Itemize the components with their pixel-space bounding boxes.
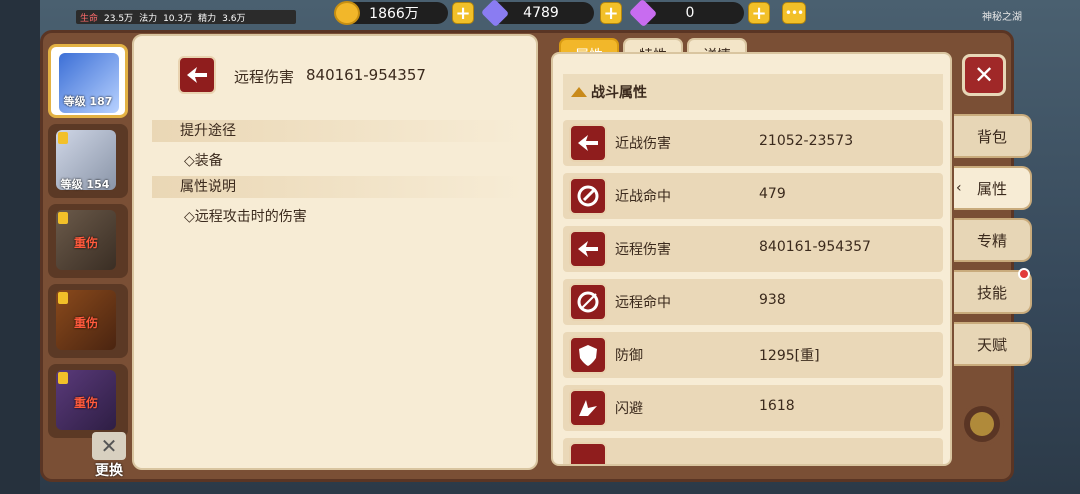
extra-label: 精力	[198, 13, 217, 24]
hero-status: 重伤	[73, 396, 98, 410]
hero-status: 重伤	[73, 236, 98, 250]
mini-stats: 生命 23.5万 法力 10.3万 精力 3.6万	[76, 10, 296, 24]
attribute-row[interactable]: 近战命中 479	[563, 173, 943, 219]
hp-value: 23.5万	[104, 13, 134, 24]
melee-damage-icon	[569, 124, 607, 162]
gold-coin-icon	[334, 1, 360, 25]
attribute-row-partial[interactable]	[563, 438, 943, 464]
group-title: 战斗属性	[591, 85, 647, 101]
side-tab-mastery[interactable]: 专精	[954, 218, 1032, 262]
defense-shield-icon	[569, 336, 607, 374]
background-edge	[0, 0, 40, 494]
upgrade-path-item: ◇装备	[184, 153, 223, 169]
more-button[interactable]: •••	[782, 2, 806, 24]
lock-icon	[58, 212, 68, 224]
chevron-left-icon: ‹	[956, 180, 962, 196]
hp-label: 生命	[80, 13, 99, 24]
detail-title: 远程伤害	[234, 68, 295, 86]
attribute-row[interactable]: 远程伤害 840161-954357	[563, 226, 943, 272]
attribute-panel[interactable]: 战斗属性 近战伤害 21052-23573 近战命中 479 远程伤害 8401…	[551, 52, 952, 466]
diamond-value: 4789	[523, 5, 559, 21]
description-heading: 属性说明	[152, 176, 522, 198]
attribute-name: 近战伤害	[615, 136, 671, 152]
mp-label: 法力	[139, 13, 158, 24]
attribute-name: 近战命中	[615, 189, 671, 205]
upgrade-path-heading: 提升途径	[152, 120, 522, 142]
side-tab-attributes[interactable]: ‹ 属性	[954, 166, 1032, 210]
attribute-name: 闪避	[615, 401, 643, 417]
side-tab-bag[interactable]: 背包	[954, 114, 1032, 158]
swap-label: 更换	[95, 463, 123, 479]
swap-button[interactable]: ✕ 更换	[90, 432, 128, 479]
ranged-damage-icon	[569, 230, 607, 268]
gold-value: 1866万	[369, 6, 419, 22]
gem-value: 0	[685, 5, 695, 21]
hero-slot-4[interactable]: 重伤	[48, 284, 128, 358]
notification-dot	[1018, 268, 1030, 280]
add-gold-button[interactable]: +	[452, 2, 474, 24]
lock-icon	[58, 372, 68, 384]
mp-value: 10.3万	[163, 13, 193, 24]
bag-clasp-knob	[960, 402, 1004, 446]
hero-list: 等级 187 等级 154 重伤 重伤 重伤	[46, 44, 130, 484]
ranged-hit-icon	[569, 283, 607, 321]
attribute-value: 1295[重]	[759, 348, 820, 364]
side-tab-label: 技能	[976, 283, 1007, 302]
ranged-damage-icon	[178, 56, 216, 94]
hero-slot-1[interactable]: 等级 187	[48, 44, 128, 118]
attribute-row[interactable]: 闪避 1618	[563, 385, 943, 431]
attribute-row[interactable]: 远程命中 938	[563, 279, 943, 325]
extra-value: 3.6万	[222, 13, 246, 24]
hero-level: 等级 154	[60, 178, 110, 191]
swap-icon: ✕	[92, 432, 126, 460]
attribute-name: 防御	[615, 348, 643, 364]
location-label: 神秘之湖	[982, 12, 1022, 23]
combat-attributes-header: 战斗属性	[563, 74, 943, 110]
attribute-name: 远程伤害	[615, 242, 671, 258]
lock-icon	[58, 292, 68, 304]
side-tab-label: 天赋	[976, 335, 1007, 354]
attribute-value: 479	[759, 186, 786, 202]
hero-status: 重伤	[73, 316, 98, 330]
top-bar: 生命 23.5万 法力 10.3万 精力 3.6万 1866万 + 4789 +…	[0, 0, 1080, 28]
description-item: ◇远程攻击时的伤害	[184, 209, 307, 225]
side-tab-label: 专精	[976, 231, 1007, 250]
side-tab-talents[interactable]: 天赋	[954, 322, 1032, 366]
hero-level: 等级 187	[63, 95, 113, 108]
hero-slot-5[interactable]: 重伤	[48, 364, 128, 438]
warning-triangle-icon	[571, 87, 587, 97]
hero-slot-3[interactable]: 重伤	[48, 204, 128, 278]
attribute-name: 远程命中	[615, 295, 671, 311]
melee-hit-icon	[569, 177, 607, 215]
add-diamond-button[interactable]: +	[600, 2, 622, 24]
attribute-detail-card: 远程伤害 840161-954357 提升途径 ◇装备 属性说明 ◇远程攻击时的…	[132, 34, 538, 470]
attribute-value: 21052-23573	[759, 133, 854, 149]
lock-icon	[58, 132, 68, 144]
attribute-value: 938	[759, 292, 786, 308]
dodge-icon	[569, 389, 607, 427]
attribute-icon	[569, 442, 607, 464]
attribute-value: 1618	[759, 398, 795, 414]
side-tab-label: 背包	[976, 127, 1007, 146]
attribute-row[interactable]: 防御 1295[重]	[563, 332, 943, 378]
add-gem-button[interactable]: +	[748, 2, 770, 24]
attribute-row[interactable]: 近战伤害 21052-23573	[563, 120, 943, 166]
detail-value: 840161-954357	[306, 66, 426, 84]
attribute-value: 840161-954357	[759, 239, 871, 255]
side-tab-label: 属性	[976, 179, 1007, 198]
hero-slot-2[interactable]: 等级 154	[48, 124, 128, 198]
close-button[interactable]: ✕	[962, 54, 1006, 96]
